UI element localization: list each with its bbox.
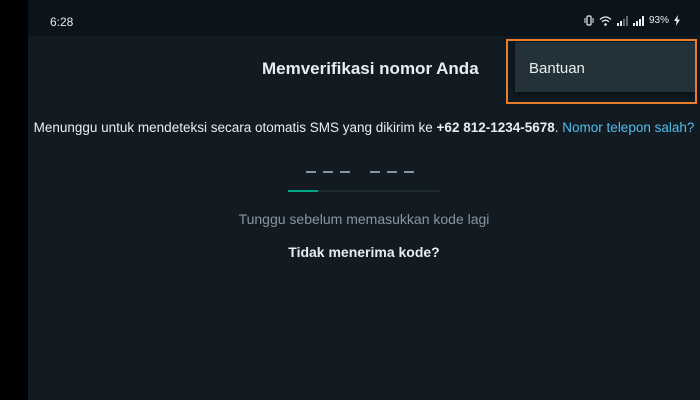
- wifi-icon: [599, 15, 612, 26]
- code-digit-placeholder: [404, 171, 414, 173]
- sms-wait-message: Menunggu untuk mendeteksi secara otomati…: [28, 120, 700, 135]
- wrong-number-link[interactable]: Nomor telepon salah?: [562, 120, 694, 135]
- vibrate-icon: [584, 15, 594, 26]
- verification-screen: 6:28 93% Memverifikasi nomor Anda Menung…: [28, 0, 700, 400]
- code-digit-placeholder: [387, 171, 397, 173]
- battery-charging-icon: [674, 15, 680, 26]
- page-title: Memverifikasi nomor Anda: [262, 59, 479, 78]
- battery-percentage: 93%: [648, 15, 669, 26]
- code-group-left: [306, 171, 350, 173]
- highlight-box: [506, 39, 697, 104]
- signal-icon: [632, 15, 644, 26]
- code-input-active-underline: [288, 190, 318, 192]
- code-digit-placeholder: [370, 171, 380, 173]
- no-code-button[interactable]: Tidak menerima kode?: [28, 244, 700, 260]
- code-digit-placeholder: [323, 171, 333, 173]
- message-text: Menunggu untuk mendeteksi secara otomati…: [33, 120, 437, 135]
- code-digit-placeholder: [306, 171, 316, 173]
- signal-icon: [616, 15, 628, 26]
- resend-wait-text: Tunggu sebelum memasukkan kode lagi: [238, 211, 490, 227]
- status-time: 6:28: [50, 15, 74, 29]
- status-bar: 6:28 93%: [28, 0, 700, 36]
- verification-code-input[interactable]: [306, 160, 426, 184]
- code-digit-placeholder: [340, 171, 350, 173]
- code-group-right: [370, 171, 414, 173]
- status-icons: 93%: [584, 15, 680, 26]
- phone-number: +62 812-1234-5678: [436, 120, 555, 135]
